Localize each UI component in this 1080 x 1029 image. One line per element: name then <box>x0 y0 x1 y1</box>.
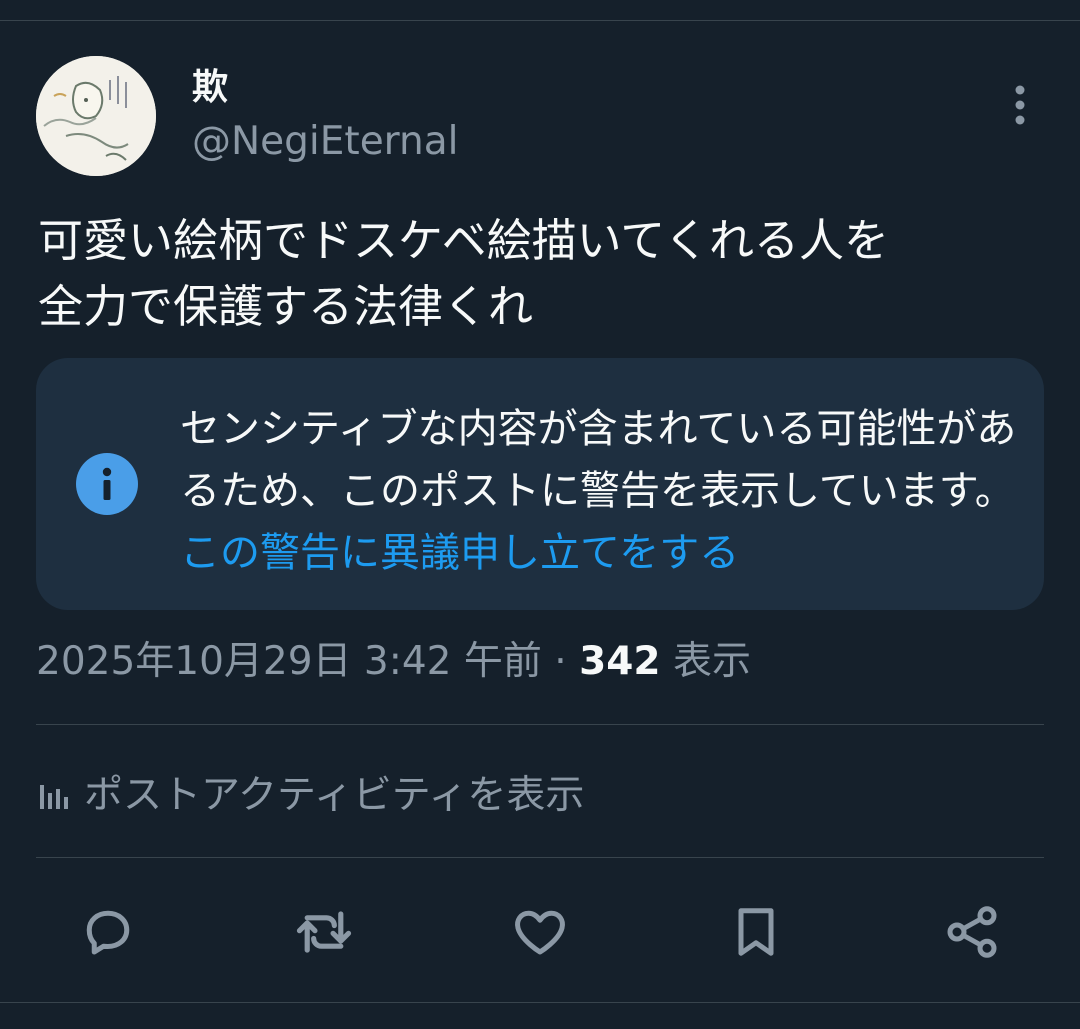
divider <box>36 724 1044 725</box>
views-label: 表示 <box>672 639 751 684</box>
display-name[interactable]: 欺 <box>192 66 228 110</box>
reply-button[interactable] <box>74 898 142 966</box>
user-handle[interactable]: @NegiEternal <box>192 118 459 166</box>
retweet-icon <box>296 911 352 953</box>
more-options-button[interactable] <box>1000 82 1040 128</box>
more-vertical-icon <box>1015 85 1025 125</box>
post-activity-link[interactable]: ポストアクティビティを表示 <box>36 770 584 822</box>
avatar[interactable] <box>36 56 156 176</box>
sensitive-warning-text: センシティブな内容が含まれている可能性があるため、このポストに警告を表示していま… <box>180 398 1020 584</box>
post-timestamp[interactable]: 2025年10月29日 3:42 午前 <box>36 639 542 684</box>
share-icon <box>947 906 997 958</box>
divider <box>36 857 1044 858</box>
views-count: 342 <box>579 639 661 684</box>
post-activity-label: ポストアクティビティを表示 <box>84 773 585 818</box>
bookmark-button[interactable] <box>722 898 790 966</box>
like-button[interactable] <box>506 898 574 966</box>
bottom-divider <box>0 1002 1080 1003</box>
tweet-text: 可愛い絵柄でドスケベ絵描いてくれる人を 全力で保護する法律くれ <box>38 214 889 333</box>
retweet-button[interactable] <box>290 898 358 966</box>
reply-icon <box>86 910 130 955</box>
top-divider <box>0 20 1080 21</box>
like-icon <box>515 910 565 955</box>
appeal-warning-link[interactable]: この警告に異議申し立てをする <box>180 530 739 576</box>
meta-separator: · <box>554 639 567 684</box>
analytics-icon <box>40 785 68 809</box>
warning-message: センシティブな内容が含まれている可能性があるため、このポストに警告を表示していま… <box>180 406 1017 514</box>
post-meta: 2025年10月29日 3:42 午前 · 342 表示 <box>36 634 751 690</box>
bookmark-icon <box>738 908 774 956</box>
share-button[interactable] <box>938 898 1006 966</box>
info-icon <box>76 453 138 515</box>
